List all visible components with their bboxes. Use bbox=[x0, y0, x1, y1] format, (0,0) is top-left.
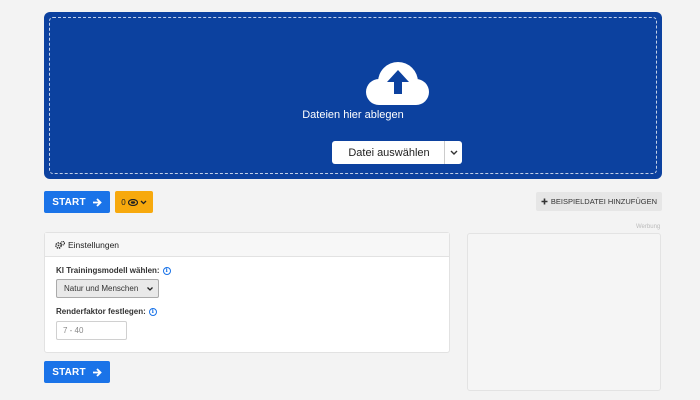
model-label-row: KI Trainingsmodell wählen: i bbox=[56, 266, 171, 275]
arrow-right-icon bbox=[92, 367, 102, 377]
model-select[interactable]: Natur und Menschen bbox=[56, 279, 159, 298]
chevron-down-icon bbox=[147, 286, 153, 291]
render-factor-placeholder: 7 - 40 bbox=[63, 326, 84, 335]
credits-value: 0 bbox=[121, 197, 126, 207]
cloud-upload-icon bbox=[366, 62, 429, 105]
plus-icon bbox=[541, 198, 548, 205]
upload-dropzone[interactable]: Dateien hier ablegen Datei auswählen bbox=[44, 12, 662, 179]
chevron-down-icon bbox=[140, 200, 147, 204]
coins-icon bbox=[127, 198, 138, 206]
gears-icon bbox=[55, 240, 65, 249]
start-button-bottom[interactable]: START bbox=[44, 361, 110, 383]
info-icon[interactable]: i bbox=[148, 307, 157, 316]
dropzone-label: Dateien hier ablegen bbox=[302, 109, 404, 121]
ad-label: Werbung bbox=[636, 224, 661, 230]
file-select-label: Datei auswählen bbox=[348, 146, 430, 159]
factor-label-row: Renderfaktor festlegen: i bbox=[56, 307, 157, 316]
start-button[interactable]: START bbox=[44, 191, 110, 213]
credits-dropdown[interactable]: 0 bbox=[115, 191, 153, 213]
start-label: START bbox=[52, 196, 86, 208]
render-factor-input[interactable]: 7 - 40 bbox=[56, 321, 127, 340]
model-select-value: Natur und Menschen bbox=[64, 284, 139, 293]
add-sample-file-button[interactable]: BEISPIELDATEI HINZUFÜGEN bbox=[536, 192, 662, 211]
file-select-button[interactable]: Datei auswählen bbox=[332, 141, 462, 164]
settings-title: Einstellungen bbox=[68, 239, 120, 250]
start-label: START bbox=[52, 366, 86, 378]
info-icon[interactable]: i bbox=[162, 266, 171, 275]
model-label: KI Trainingsmodell wählen: bbox=[56, 266, 160, 275]
arrow-right-icon bbox=[92, 197, 102, 207]
settings-panel: Einstellungen KI Trainingsmodell wählen:… bbox=[44, 232, 450, 353]
factor-label: Renderfaktor festlegen: bbox=[56, 307, 146, 316]
chevron-down-icon[interactable] bbox=[444, 141, 462, 164]
add-sample-label: BEISPIELDATEI HINZUFÜGEN bbox=[550, 197, 658, 206]
settings-header: Einstellungen bbox=[45, 233, 449, 257]
ad-container bbox=[467, 233, 661, 391]
